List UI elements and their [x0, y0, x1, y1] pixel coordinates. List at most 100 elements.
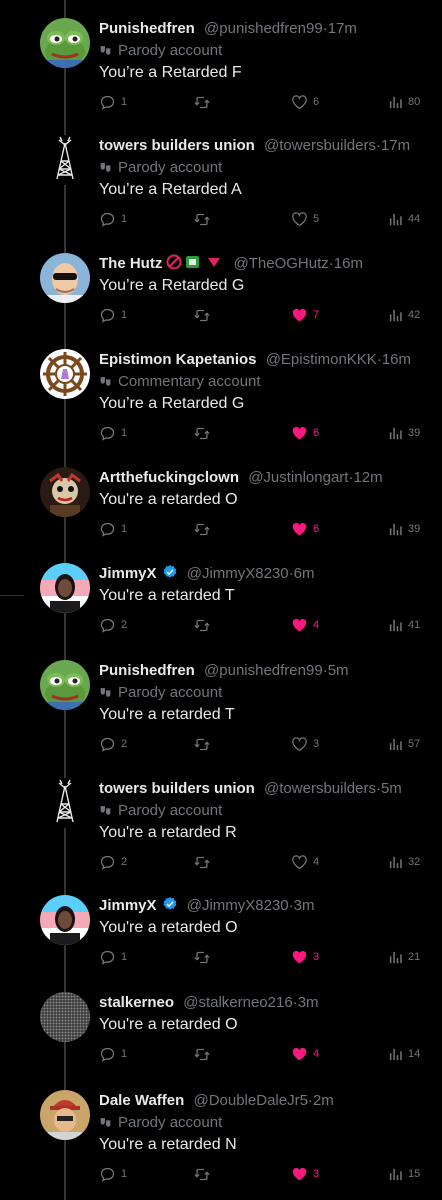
user-handle[interactable]: @EpistimonKKK — [266, 351, 377, 368]
like-button[interactable]: 3 — [291, 734, 319, 754]
tweet-actions: 1 3 21 — [99, 947, 431, 967]
timestamp[interactable]: 2m — [313, 1092, 334, 1109]
timestamp[interactable]: 12m — [353, 469, 382, 486]
retweet-button[interactable] — [193, 209, 211, 229]
user-handle[interactable]: @Justinlongart — [248, 469, 348, 486]
display-name[interactable]: The Hutz — [99, 255, 162, 272]
avatar[interactable] — [40, 467, 90, 517]
views-button[interactable]: 80 — [388, 92, 420, 112]
tweet-actions: 2 3 57 — [99, 734, 431, 754]
timestamp[interactable]: 17m — [381, 137, 410, 154]
tweet-text: You’re a Retarded G — [99, 395, 245, 412]
reply-button[interactable]: 2 — [99, 615, 127, 635]
timestamp[interactable]: 6m — [294, 565, 315, 582]
views-button[interactable]: 39 — [388, 519, 420, 539]
avatar[interactable] — [40, 135, 90, 185]
user-handle[interactable]: @JimmyX8230 — [187, 897, 289, 914]
timestamp[interactable]: 17m — [328, 20, 357, 37]
display-name[interactable]: Epistimon Kapetanios — [99, 351, 257, 368]
like-button[interactable]: 3 — [291, 947, 319, 967]
avatar[interactable] — [40, 660, 90, 710]
views-button[interactable]: 44 — [388, 209, 420, 229]
reply-icon — [99, 854, 116, 871]
retweet-button[interactable] — [193, 519, 211, 539]
user-handle[interactable]: @stalkerneo216 — [183, 994, 292, 1011]
avatar[interactable] — [40, 1090, 90, 1140]
account-label: Parody account — [99, 800, 434, 822]
retweet-button[interactable] — [193, 615, 211, 635]
user-handle[interactable]: @punishedfren99 — [204, 662, 323, 679]
avatar[interactable] — [40, 253, 90, 303]
user-handle[interactable]: @TheOGHutz — [234, 255, 329, 272]
like-button[interactable]: 7 — [291, 305, 319, 325]
timestamp[interactable]: 5m — [381, 780, 402, 797]
timestamp[interactable]: 16m — [382, 351, 411, 368]
account-label-text: Parody account — [118, 159, 223, 176]
avatar[interactable] — [40, 992, 90, 1042]
bar-chart-icon — [388, 1047, 403, 1062]
timestamp[interactable]: 5m — [328, 662, 349, 679]
display-name[interactable]: Artthefuckingclown — [99, 469, 239, 486]
display-name[interactable]: JimmyX — [99, 897, 157, 914]
views-button[interactable]: 39 — [388, 423, 420, 443]
views-button[interactable]: 14 — [388, 1044, 420, 1064]
retweet-button[interactable] — [193, 305, 211, 325]
mask-icon — [99, 373, 112, 395]
like-button[interactable]: 5 — [291, 209, 319, 229]
retweet-icon — [193, 736, 211, 753]
reply-button[interactable]: 1 — [99, 1164, 127, 1184]
like-button[interactable]: 4 — [291, 852, 319, 872]
user-handle[interactable]: @punishedfren99 — [204, 20, 323, 37]
display-name[interactable]: Punishedfren — [99, 20, 195, 37]
account-label: Parody account — [99, 682, 434, 704]
reply-button[interactable]: 1 — [99, 92, 127, 112]
views-button[interactable]: 42 — [388, 305, 420, 325]
reply-button[interactable]: 2 — [99, 852, 127, 872]
reply-button[interactable]: 2 — [99, 734, 127, 754]
like-button[interactable]: 6 — [291, 92, 319, 112]
retweet-button[interactable] — [193, 1164, 211, 1184]
timestamp[interactable]: 16m — [334, 255, 363, 272]
views-button[interactable]: 21 — [388, 947, 420, 967]
views-button[interactable]: 32 — [388, 852, 420, 872]
retweet-button[interactable] — [193, 947, 211, 967]
like-button[interactable]: 3 — [291, 1164, 319, 1184]
user-handle[interactable]: @towersbuilders — [264, 780, 376, 797]
views-button[interactable]: 57 — [388, 734, 420, 754]
reply-button[interactable]: 1 — [99, 1044, 127, 1064]
account-label: Parody account — [99, 40, 434, 62]
reply-button[interactable]: 1 — [99, 209, 127, 229]
user-handle[interactable]: @towersbuilders — [264, 137, 376, 154]
display-name[interactable]: Punishedfren — [99, 662, 195, 679]
user-handle[interactable]: @DoubleDaleJr5 — [193, 1092, 307, 1109]
avatar[interactable] — [40, 18, 90, 68]
display-name[interactable]: JimmyX — [99, 565, 157, 582]
display-name[interactable]: stalkerneo — [99, 994, 174, 1011]
like-button[interactable]: 4 — [291, 615, 319, 635]
like-button[interactable]: 4 — [291, 1044, 319, 1064]
views-button[interactable]: 41 — [388, 615, 420, 635]
views-button[interactable]: 15 — [388, 1164, 420, 1184]
like-button[interactable]: 6 — [291, 519, 319, 539]
retweet-button[interactable] — [193, 852, 211, 872]
reply-button[interactable]: 1 — [99, 423, 127, 443]
retweet-button[interactable] — [193, 423, 211, 443]
reply-button[interactable]: 1 — [99, 305, 127, 325]
like-button[interactable]: 6 — [291, 423, 319, 443]
retweet-button[interactable] — [193, 92, 211, 112]
avatar[interactable] — [40, 563, 90, 613]
timestamp[interactable]: 3m — [298, 994, 319, 1011]
display-name[interactable]: towers builders union — [99, 780, 255, 797]
timestamp[interactable]: 3m — [294, 897, 315, 914]
avatar[interactable] — [40, 349, 90, 399]
retweet-button[interactable] — [193, 1044, 211, 1064]
retweet-button[interactable] — [193, 734, 211, 754]
display-name[interactable]: Dale Waffen — [99, 1092, 184, 1109]
avatar[interactable] — [40, 895, 90, 945]
tweet-actions: 1 4 14 — [99, 1044, 431, 1064]
avatar[interactable] — [40, 778, 90, 828]
display-name[interactable]: towers builders union — [99, 137, 255, 154]
reply-button[interactable]: 1 — [99, 519, 127, 539]
user-handle[interactable]: @JimmyX8230 — [187, 565, 289, 582]
reply-button[interactable]: 1 — [99, 947, 127, 967]
